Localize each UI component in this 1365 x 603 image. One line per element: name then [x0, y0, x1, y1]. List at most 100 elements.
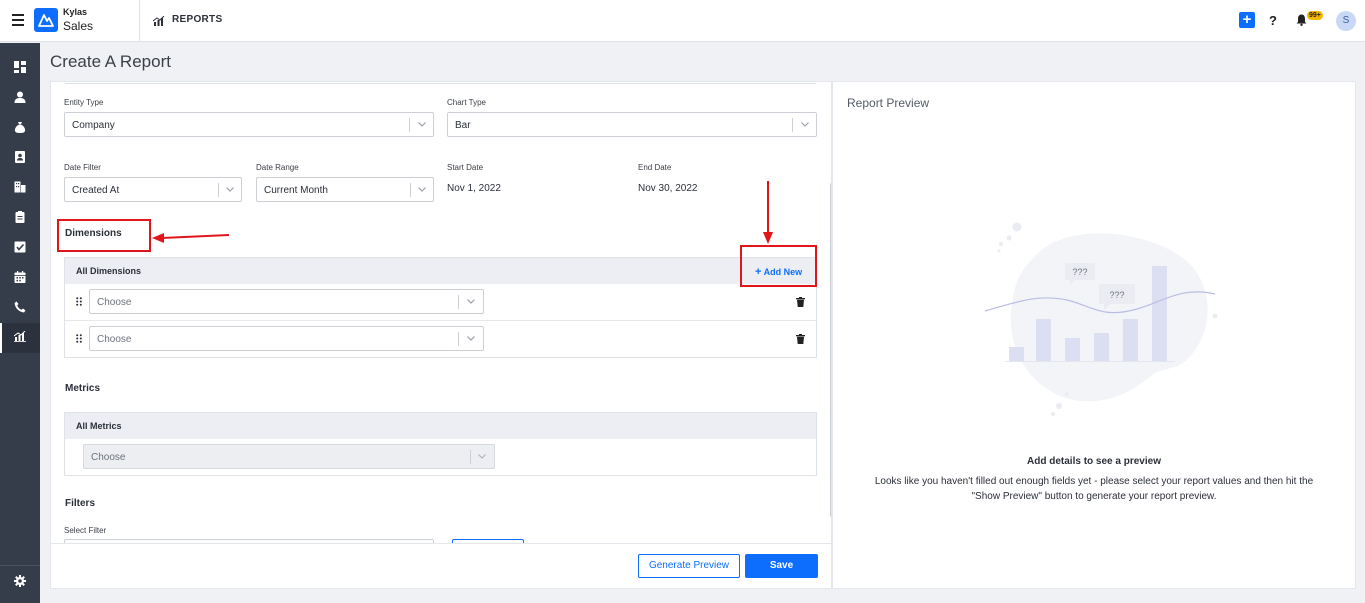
- report-form-panel: Entity Type Company Chart Type Bar Date …: [50, 81, 832, 589]
- end-date-label: End Date: [638, 163, 672, 172]
- dimension-placeholder: Choose: [97, 297, 132, 308]
- sidebar-item-dashboard[interactable]: [0, 53, 40, 83]
- menu-icon[interactable]: [12, 14, 24, 26]
- sidebar-item-tasks[interactable]: [0, 233, 40, 263]
- select-separator: [410, 183, 411, 197]
- chevron-down-icon: [418, 122, 426, 127]
- chevron-down-icon: [467, 299, 475, 304]
- date-range-value: Current Month: [264, 185, 328, 196]
- user-icon: [14, 91, 26, 103]
- metrics-header-title: All Metrics: [76, 421, 122, 431]
- select-separator: [458, 295, 459, 309]
- empty-chart-illustration: ??? ???: [984, 222, 1218, 416]
- chevron-down-icon: [478, 454, 486, 459]
- empty-state-description: Looks like you haven't filled out enough…: [833, 474, 1355, 504]
- top-bar: Kylas Sales REPORTS + ? 99+ S: [0, 0, 1365, 42]
- checkbox-icon: [14, 241, 26, 253]
- select-separator: [409, 118, 410, 132]
- help-icon[interactable]: ?: [1269, 13, 1277, 28]
- product-name: Sales: [63, 19, 94, 33]
- building-icon: [14, 181, 26, 193]
- trash-icon[interactable]: [796, 334, 805, 344]
- sidebar-item-settings[interactable]: [0, 567, 40, 597]
- bell-icon[interactable]: [1296, 13, 1307, 31]
- select-separator: [792, 118, 793, 132]
- topbar-divider: [139, 0, 140, 42]
- date-range-select[interactable]: Current Month: [256, 177, 434, 202]
- report-preview-panel: Report Preview ??? ??? Add details to se…: [832, 81, 1356, 589]
- sidebar-item-companies[interactable]: [0, 173, 40, 203]
- sidebar-item-calendar[interactable]: [0, 263, 40, 293]
- annotation-highlight-add-new: [740, 245, 817, 287]
- chevron-down-icon: [467, 336, 475, 341]
- sidebar: [0, 43, 40, 603]
- select-separator: [218, 183, 219, 197]
- sidebar-item-leads[interactable]: [0, 143, 40, 173]
- select-separator: [458, 332, 459, 346]
- dashboard-icon: [14, 61, 26, 73]
- row-divider: [65, 320, 816, 321]
- end-date-value[interactable]: Nov 30, 2022: [638, 183, 698, 194]
- start-date-label: Start Date: [447, 163, 484, 172]
- chart-type-select[interactable]: Bar: [447, 112, 817, 137]
- generate-preview-button[interactable]: Generate Preview: [638, 554, 740, 578]
- select-separator: [470, 450, 471, 464]
- date-filter-value: Created At: [72, 185, 120, 196]
- brand-name: Kylas: [63, 7, 88, 17]
- notification-badge: 99+: [1307, 11, 1323, 20]
- annotation-highlight-dimensions: [57, 219, 151, 252]
- drag-handle-icon[interactable]: [76, 297, 82, 306]
- trash-icon[interactable]: [796, 297, 805, 307]
- chevron-down-icon: [418, 187, 426, 192]
- metrics-box: All Metrics Choose: [64, 412, 817, 476]
- entity-type-select[interactable]: Company: [64, 112, 434, 137]
- clipboard-icon: [15, 211, 25, 223]
- dimensions-header-title: All Dimensions: [76, 266, 142, 276]
- metric-placeholder: Choose: [91, 452, 126, 463]
- reports-chart-icon: [14, 331, 26, 342]
- chart-type-value: Bar: [455, 120, 471, 131]
- avatar[interactable]: S: [1336, 11, 1356, 31]
- entity-type-value: Company: [72, 120, 115, 131]
- sidebar-item-contacts[interactable]: [0, 83, 40, 113]
- date-range-label: Date Range: [256, 163, 299, 172]
- section-label: REPORTS: [172, 14, 223, 25]
- date-filter-label: Date Filter: [64, 163, 101, 172]
- question-bubble-text: ???: [1072, 267, 1087, 277]
- empty-state-line: "Show Preview" button to generate your r…: [971, 491, 1217, 502]
- chevron-down-icon: [801, 122, 809, 127]
- phone-icon: [14, 301, 26, 313]
- metrics-header: All Metrics: [65, 413, 816, 439]
- filters-title: Filters: [65, 498, 96, 509]
- question-bubble-text: ???: [1109, 290, 1124, 300]
- sidebar-item-calls[interactable]: [0, 293, 40, 323]
- gear-icon: [14, 575, 26, 587]
- dimension-select[interactable]: Choose: [89, 326, 484, 351]
- start-date-value[interactable]: Nov 1, 2022: [447, 183, 501, 194]
- drag-handle-icon[interactable]: [76, 334, 82, 343]
- metric-select[interactable]: Choose: [83, 444, 495, 469]
- chart-type-label: Chart Type: [447, 98, 486, 107]
- metrics-title: Metrics: [65, 383, 101, 394]
- save-button[interactable]: Save: [745, 554, 818, 578]
- panel-top-divider: [65, 82, 816, 84]
- calendar-icon: [14, 271, 26, 283]
- select-filter-label: Select Filter: [64, 526, 107, 535]
- empty-state-line: Looks like you haven't filled out enough…: [874, 476, 1314, 487]
- quick-add-button[interactable]: +: [1239, 12, 1255, 28]
- chevron-down-icon: [226, 187, 234, 192]
- sidebar-item-deals[interactable]: [0, 113, 40, 143]
- date-filter-select[interactable]: Created At: [64, 177, 242, 202]
- reports-icon: [152, 14, 165, 32]
- dimension-placeholder: Choose: [97, 334, 132, 345]
- contact-card-icon: [15, 151, 25, 163]
- empty-state-title: Add details to see a preview: [1027, 456, 1161, 467]
- dimensions-box: All Dimensions + Add New Choose Choose: [64, 257, 817, 358]
- kylas-logo[interactable]: [34, 8, 58, 32]
- sidebar-item-reports[interactable]: [0, 323, 40, 353]
- sidebar-item-documents[interactable]: [0, 203, 40, 233]
- entity-type-label: Entity Type: [64, 98, 104, 107]
- preview-title: Report Preview: [847, 96, 930, 110]
- sidebar-divider: [0, 565, 40, 566]
- dimension-select[interactable]: Choose: [89, 289, 484, 314]
